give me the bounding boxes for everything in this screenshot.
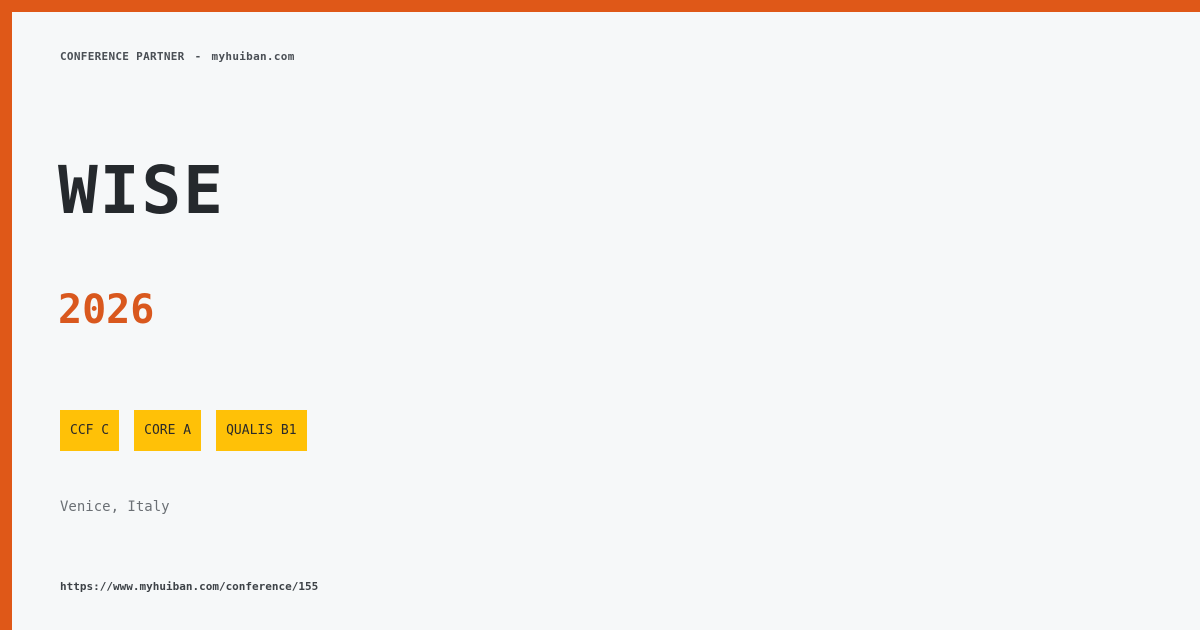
accent-bar-top	[0, 0, 1200, 12]
badge-core: CORE A	[134, 410, 202, 451]
conference-url[interactable]: https://www.myhuiban.com/conference/155	[60, 580, 318, 593]
conference-year: 2026	[58, 287, 155, 333]
ranking-badges: CCF C CORE A QUALIS B1	[60, 410, 307, 451]
conference-location: Venice, Italy	[60, 499, 170, 515]
badge-qualis: QUALIS B1	[216, 410, 307, 451]
accent-bar-left	[0, 0, 12, 630]
partner-site: myhuiban.com	[211, 50, 295, 63]
badge-ccf: CCF C	[60, 410, 120, 451]
partner-line: CONFERENCE PARTNER - myhuiban.com	[60, 50, 295, 63]
partner-label: CONFERENCE PARTNER	[60, 50, 185, 63]
conference-title: WISE	[58, 152, 225, 229]
partner-separator: -	[194, 50, 202, 63]
